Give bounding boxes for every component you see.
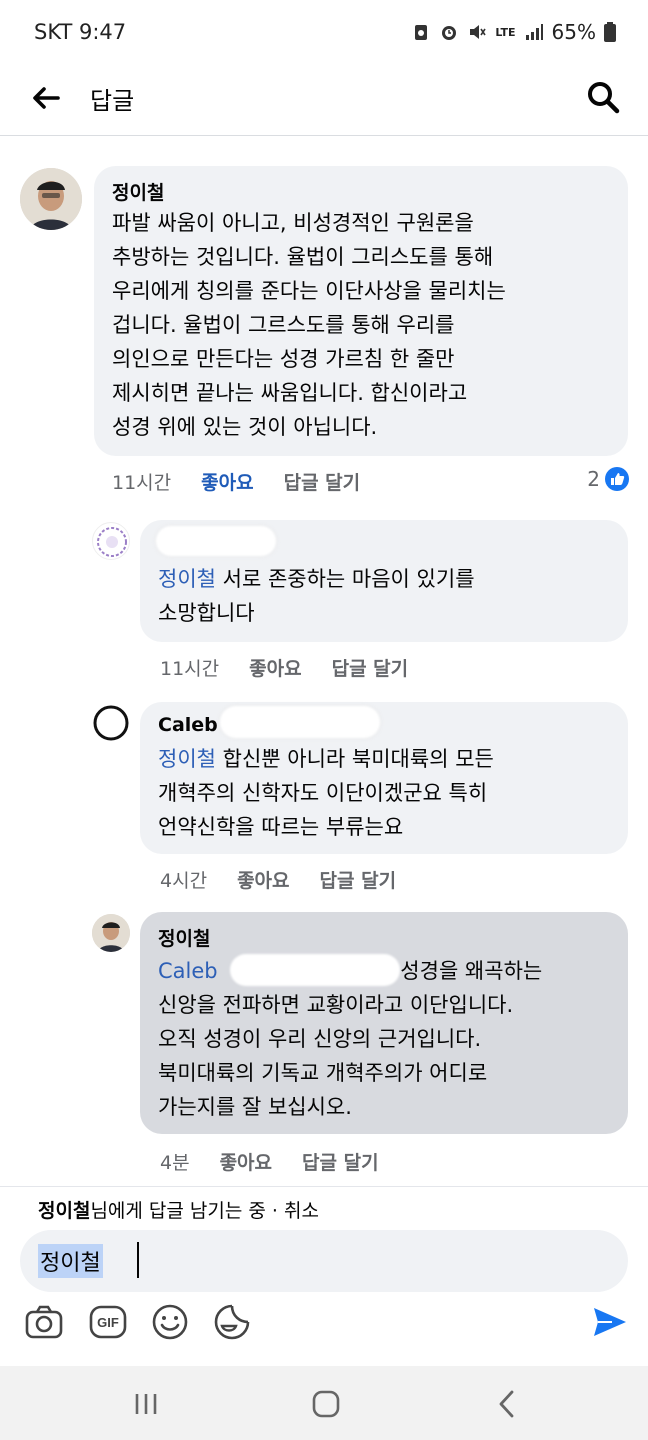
mention-link[interactable]: 정이철	[158, 747, 216, 771]
like-button[interactable]: 좋아요	[220, 1148, 272, 1175]
signal-icon	[525, 24, 543, 40]
avatar[interactable]	[92, 522, 130, 560]
emoji-icon[interactable]	[150, 1302, 190, 1342]
replying-cancel[interactable]: 님에게 답글 남기는 중 · 취소	[90, 1200, 319, 1222]
person-photo-icon	[92, 914, 130, 952]
reply-button[interactable]: 답글 달기	[302, 1148, 379, 1175]
mention-link[interactable]: Caleb	[158, 959, 218, 983]
gif-icon[interactable]: GIF	[88, 1302, 128, 1342]
avatar[interactable]	[20, 168, 82, 230]
comment-actions: 11시간 좋아요 답글 달기	[112, 468, 632, 495]
comment-text: 파발 싸움이 아니고, 비성경적인 구원론을 추방하는 것입니다. 율법이 그리…	[112, 211, 506, 439]
recent-apps-icon[interactable]	[128, 1386, 164, 1422]
send-icon[interactable]	[590, 1302, 630, 1342]
comment-time: 4분	[160, 1152, 190, 1174]
page-title: 답글	[90, 87, 135, 115]
mute-icon	[470, 25, 486, 39]
back-nav-icon[interactable]	[490, 1386, 526, 1422]
avatar[interactable]	[92, 914, 130, 952]
replying-name: 정이철	[38, 1200, 91, 1222]
comment-text: 정이철 합신뿐 아니라 북미대륙의 모든 개혁주의 신학자도 이단이겠군요 특히…	[158, 747, 494, 839]
sticker-icon[interactable]	[212, 1302, 252, 1342]
reply-button[interactable]: 답글 달기	[320, 866, 397, 893]
profile-ring-icon	[93, 705, 129, 741]
comment-author[interactable]: Caleb	[158, 714, 218, 736]
replying-indicator: 정이철님에게 답글 남기는 중 · 취소	[38, 1196, 319, 1223]
reaction-count-value: 2	[587, 467, 600, 491]
status-carrier-time: SKT 9:47	[34, 20, 127, 44]
composer-toolbar: GIF	[0, 1302, 648, 1354]
comment-time: 11시간	[160, 658, 220, 680]
like-button[interactable]: 좋아요	[237, 866, 289, 893]
battery-icon	[604, 22, 616, 42]
status-icons: LTE 65%	[411, 20, 616, 44]
alarm-icon	[442, 26, 457, 40]
redacted-name	[220, 706, 380, 738]
comment-author[interactable]: 정이철	[112, 178, 164, 205]
like-button[interactable]: 좋아요	[201, 468, 253, 495]
app-header: 답글	[0, 66, 648, 136]
comment-bubble[interactable]: 정이철 Caleb 성경을 왜곡하는 신앙을 전파하면 교황이라고 이단입니다.…	[140, 912, 628, 1134]
comment-author[interactable]: 정이철	[158, 924, 210, 951]
home-icon[interactable]	[308, 1386, 344, 1422]
svg-text:GIF: GIF	[97, 1315, 119, 1330]
redacted-name	[230, 954, 400, 986]
comment-actions: 4시간 좋아요 답글 달기	[160, 866, 426, 893]
text-caret	[137, 1242, 139, 1278]
input-mention[interactable]: 정이철	[38, 1244, 103, 1278]
comment-bubble[interactable]: Caleb 정이철 합신뿐 아니라 북미대륙의 모든 개혁주의 신학자도 이단이…	[140, 702, 628, 854]
divider	[0, 1186, 648, 1187]
comment-text: 정이철 서로 존중하는 마음이 있기를 소망합니다	[158, 567, 475, 625]
network-label: LTE	[495, 25, 516, 39]
person-photo-icon	[20, 168, 82, 230]
system-nav-bar	[0, 1366, 648, 1440]
comment-time: 11시간	[112, 472, 172, 494]
reply-input[interactable]: 정이철	[20, 1230, 628, 1292]
redacted-name	[156, 526, 276, 556]
mention-link[interactable]: 정이철	[158, 567, 216, 591]
comment-time: 4시간	[160, 870, 208, 892]
comment-bubble[interactable]: 정이철 서로 존중하는 마음이 있기를 소망합니다	[140, 520, 628, 642]
profile-logo-icon	[97, 527, 127, 557]
reply-button[interactable]: 답글 달기	[332, 654, 409, 681]
reply-button[interactable]: 답글 달기	[284, 468, 361, 495]
search-icon[interactable]	[584, 78, 622, 116]
recycle-icon	[415, 25, 428, 40]
comment-bubble[interactable]: 정이철 파발 싸움이 아니고, 비성경적인 구원론을 추방하는 것입니다. 율법…	[94, 166, 628, 456]
comment-actions: 4분 좋아요 답글 달기	[160, 1148, 409, 1175]
camera-icon[interactable]	[24, 1302, 64, 1342]
comment-actions: 11시간 좋아요 답글 달기	[160, 654, 438, 681]
back-arrow-icon[interactable]	[28, 80, 64, 116]
reaction-count[interactable]: 2	[587, 466, 630, 492]
avatar[interactable]	[92, 704, 130, 742]
battery-percent: 65%	[551, 20, 596, 44]
like-button[interactable]: 좋아요	[249, 654, 301, 681]
like-reaction-icon	[605, 467, 629, 491]
status-bar: SKT 9:47 LTE 65%	[0, 0, 648, 66]
